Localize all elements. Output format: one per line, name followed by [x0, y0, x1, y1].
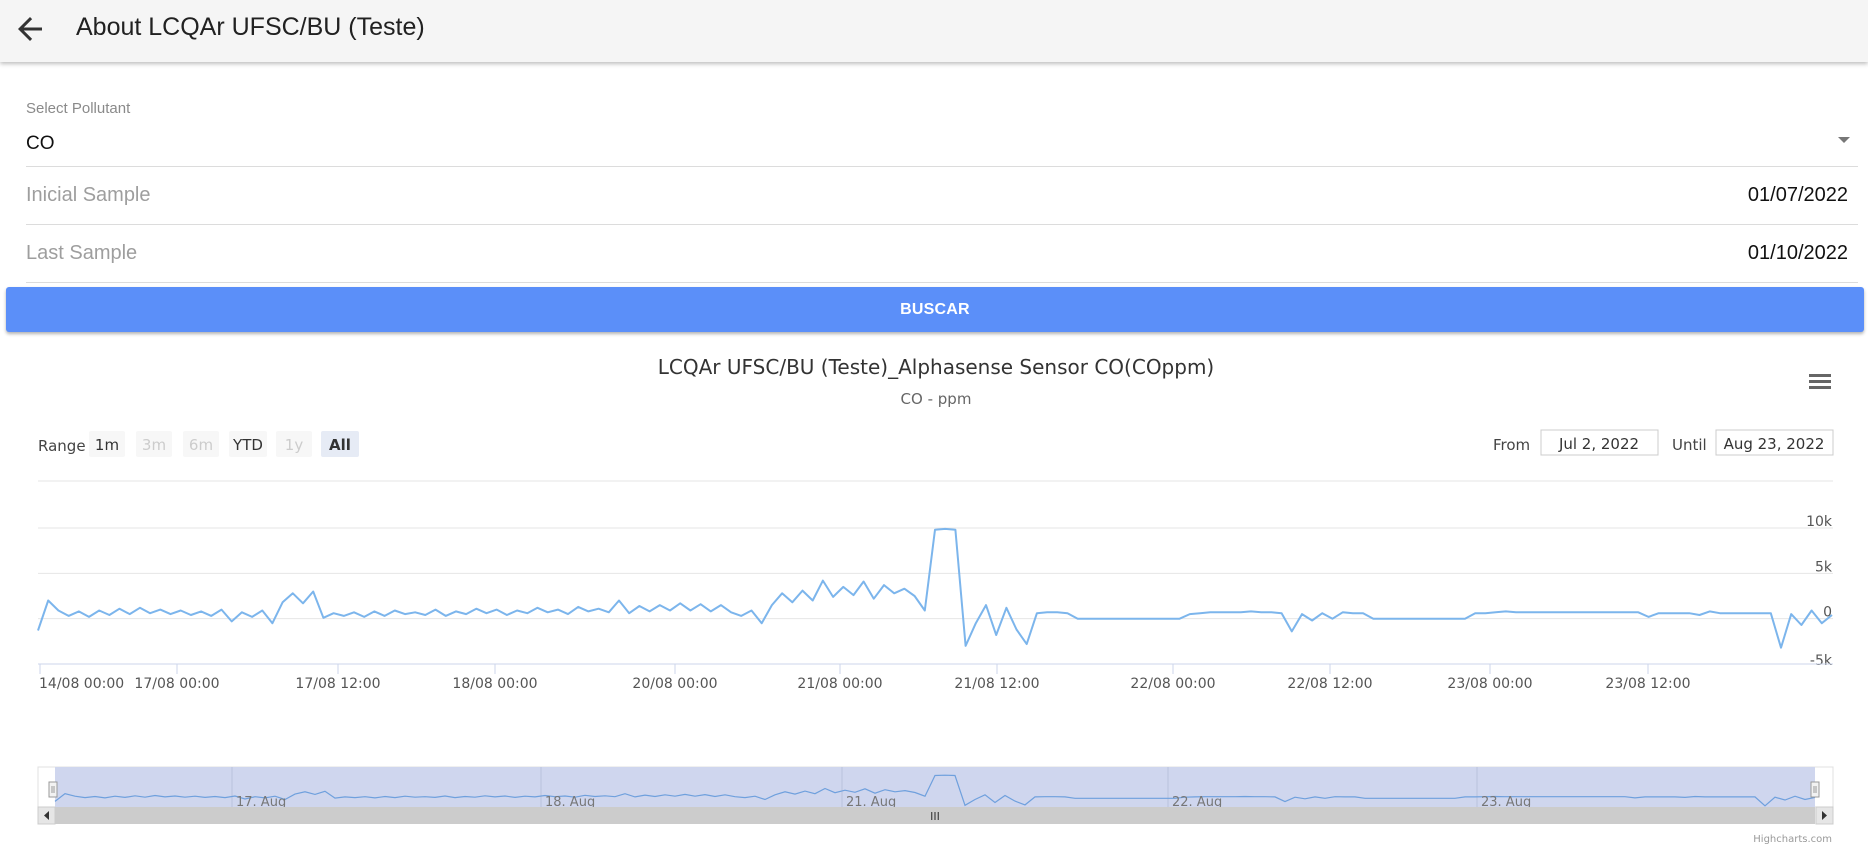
y-axis-labels: 10k5k0-5k — [1806, 514, 1833, 669]
x-tick-label: 22/08 12:00 — [1287, 676, 1372, 692]
stock-chart: LCQAr UFSC/BU (Teste)_Alphasense Sensor … — [37, 355, 1834, 845]
last-sample-label: Last Sample — [26, 242, 138, 264]
chart-subtitle: CO - ppm — [901, 390, 972, 408]
range-button-label: 6m — [189, 436, 213, 454]
range-button-label: 1y — [285, 436, 304, 454]
range-button-label: 1m — [95, 436, 119, 454]
x-tick-label: 23/08 00:00 — [1447, 676, 1532, 692]
x-tick-label: 22/08 00:00 — [1130, 676, 1215, 692]
scrollbar[interactable]: III — [37, 806, 1834, 825]
range-selector: 1m 3m 6m YTD 1y All — [89, 431, 359, 457]
x-tick-label: 21/08 00:00 — [797, 676, 882, 692]
range-button-label: YTD — [232, 436, 263, 454]
x-tick-label: 18/08 00:00 — [452, 676, 537, 692]
range-button-6m: 6m — [183, 431, 219, 457]
range-button-all[interactable]: All — [321, 431, 359, 457]
highcharts-credit[interactable]: Highcharts.com — [1753, 834, 1832, 845]
scroll-left-button[interactable] — [37, 806, 56, 825]
x-tick-label: 23/08 12:00 — [1605, 676, 1690, 692]
y-gridlines — [38, 527, 1833, 620]
dropdown-arrow-icon[interactable] — [1838, 137, 1850, 143]
from-date-input[interactable]: Jul 2, 2022 — [1540, 429, 1659, 456]
until-date-input[interactable]: Aug 23, 2022 — [1715, 429, 1834, 456]
navigator-handle-right[interactable] — [1810, 781, 1820, 798]
last-sample-value[interactable]: 01/10/2022 — [1748, 242, 1848, 265]
arrow-left-icon — [18, 17, 42, 41]
initial-sample-field[interactable]: Inicial Sample 01/07/2022 — [26, 167, 1858, 225]
initial-sample-label: Inicial Sample — [26, 184, 151, 206]
pollutant-select[interactable]: Select Pollutant CO — [26, 96, 1858, 167]
y-tick-label: 5k — [1815, 559, 1833, 575]
until-date-value[interactable]: Aug 23, 2022 — [1724, 435, 1825, 453]
range-button-label: All — [329, 436, 351, 454]
pollutant-select-label: Select Pollutant — [26, 100, 131, 117]
range-label: Range — [38, 437, 86, 455]
range-button-ytd[interactable]: YTD — [229, 431, 267, 457]
until-label: Until — [1672, 436, 1707, 454]
navigator[interactable]: 17. Aug 18. Aug 21. Aug 22. Aug 23. Aug — [37, 766, 1834, 810]
navigator-mask[interactable] — [55, 767, 1815, 807]
pollutant-select-value[interactable]: CO — [26, 133, 55, 155]
y-tick-label: 10k — [1806, 514, 1833, 530]
chart-title: LCQAr UFSC/BU (Teste)_Alphasense Sensor … — [658, 355, 1214, 379]
range-button-1y: 1y — [276, 431, 312, 457]
range-button-1m[interactable]: 1m — [89, 431, 125, 457]
x-tick-label: 20/08 00:00 — [632, 676, 717, 692]
chart-container: LCQAr UFSC/BU (Teste)_Alphasense Sensor … — [0, 340, 1868, 847]
search-button[interactable]: BUSCAR — [6, 287, 1864, 332]
initial-sample-value[interactable]: 01/07/2022 — [1748, 184, 1848, 207]
range-button-3m: 3m — [136, 431, 172, 457]
x-tick-label: 17/08 00:00 — [134, 676, 219, 692]
x-tick-label: 14/08 00:00 — [39, 676, 124, 692]
from-label: From — [1493, 436, 1530, 454]
menu-icon[interactable] — [1808, 372, 1834, 396]
page-title: About LCQAr UFSC/BU (Teste) — [76, 13, 425, 41]
back-button[interactable] — [12, 11, 48, 47]
y-tick-label: -5k — [1810, 653, 1833, 669]
co-series-line — [37, 527, 1833, 649]
x-tick-label: 21/08 12:00 — [954, 676, 1039, 692]
last-sample-field[interactable]: Last Sample 01/10/2022 — [26, 225, 1858, 283]
range-button-label: 3m — [142, 436, 166, 454]
x-axis-ticks: 14/08 00:00 17/08 00:00 17/08 12:00 18/08 0… — [39, 664, 1691, 692]
x-tick-label: 17/08 12:00 — [295, 676, 380, 692]
scrollbar-grip-icon[interactable]: III — [930, 810, 940, 823]
scroll-right-button[interactable] — [1815, 806, 1834, 825]
app-bar: About LCQAr UFSC/BU (Teste) — [0, 0, 1868, 62]
from-date-value[interactable]: Jul 2, 2022 — [1558, 435, 1639, 453]
navigator-handle-left[interactable] — [48, 781, 58, 798]
